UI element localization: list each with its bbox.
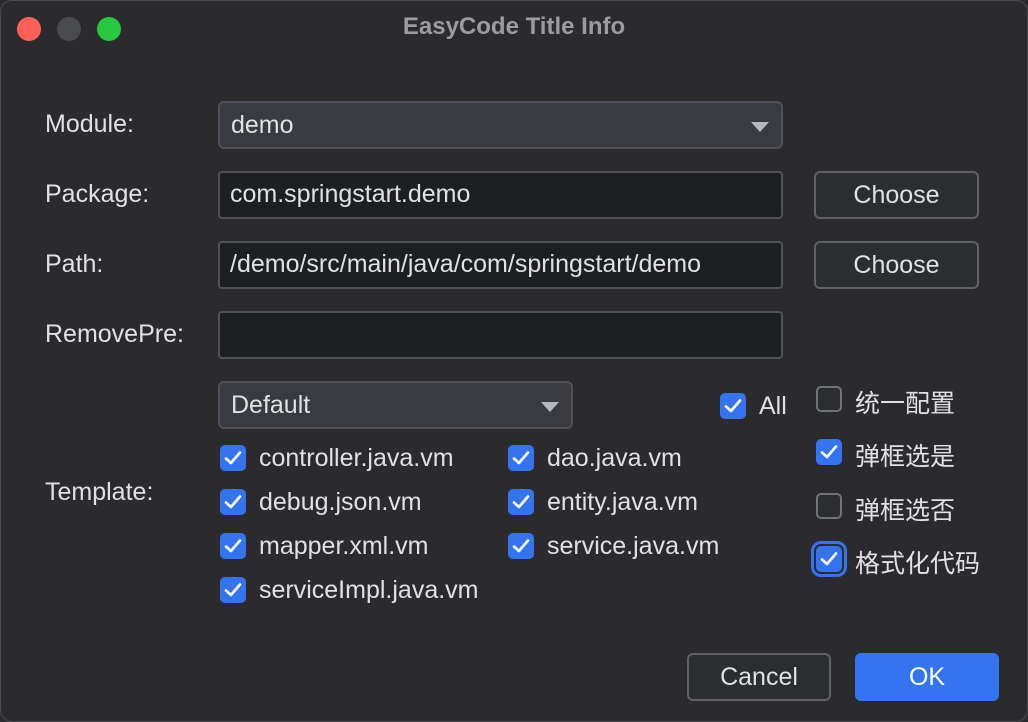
checkmark-icon [512, 495, 530, 509]
chevron-down-icon [541, 402, 559, 412]
cancel-button[interactable]: Cancel [687, 653, 831, 701]
checkmark-icon [224, 539, 242, 553]
chevron-down-icon [751, 122, 769, 132]
entity-template-checkbox[interactable] [508, 489, 534, 515]
dao-template-checkbox[interactable] [508, 445, 534, 471]
remove-pre-label: RemovePre: [45, 320, 184, 348]
template-group-value: Default [231, 391, 311, 419]
remove-pre-input[interactable] [218, 311, 783, 359]
service-impl-template-checkbox[interactable] [220, 577, 246, 603]
package-input[interactable]: com.springstart.demo [218, 171, 783, 219]
package-choose-button[interactable]: Choose [814, 171, 979, 219]
checkmark-icon [724, 399, 742, 413]
dialog-window: EasyCode Title Info Module: demo Package… [0, 0, 1028, 722]
template-item-label: dao.java.vm [547, 444, 682, 472]
dialog-yes-checkbox[interactable] [816, 439, 842, 465]
controller-template-checkbox[interactable] [220, 445, 246, 471]
path-input[interactable]: /demo/src/main/java/com/springstart/demo [218, 241, 783, 289]
template-item-label: service.java.vm [547, 532, 720, 560]
all-checkbox[interactable] [720, 393, 746, 419]
checkmark-icon [820, 552, 838, 566]
checkmark-icon [820, 445, 838, 459]
path-label: Path: [45, 250, 104, 278]
dialog-no-checkbox[interactable] [816, 493, 842, 519]
checkmark-icon [224, 495, 242, 509]
template-item-label: controller.java.vm [259, 444, 454, 472]
template-item-label: entity.java.vm [547, 488, 698, 516]
option-label: 格式化代码 [855, 550, 981, 578]
option-label: 弹框选是 [855, 443, 956, 471]
checkmark-icon [224, 451, 242, 465]
option-label: 统一配置 [855, 390, 956, 418]
package-label: Package: [45, 180, 150, 208]
checkmark-icon [512, 539, 530, 553]
service-template-checkbox[interactable] [508, 533, 534, 559]
unified-config-checkbox[interactable] [816, 386, 842, 412]
ok-button[interactable]: OK [855, 653, 999, 701]
template-item-label: serviceImpl.java.vm [259, 576, 479, 604]
format-code-checkbox[interactable] [811, 541, 847, 577]
checkmark-icon [224, 583, 242, 597]
module-label: Module: [45, 110, 134, 138]
module-select[interactable]: demo [218, 101, 783, 149]
mapper-template-checkbox[interactable] [220, 533, 246, 559]
template-group-select[interactable]: Default [218, 381, 573, 429]
path-choose-button[interactable]: Choose [814, 241, 979, 289]
module-select-value: demo [231, 111, 294, 139]
window-title: EasyCode Title Info [402, 13, 626, 40]
debug-template-checkbox[interactable] [220, 489, 246, 515]
checkmark-icon [512, 451, 530, 465]
title-bar: EasyCode Title Info [1, 1, 1027, 55]
template-label: Template: [45, 478, 154, 506]
template-item-label: debug.json.vm [259, 488, 422, 516]
template-item-label: mapper.xml.vm [259, 532, 429, 560]
all-label: All [759, 392, 787, 420]
option-label: 弹框选否 [855, 497, 956, 525]
